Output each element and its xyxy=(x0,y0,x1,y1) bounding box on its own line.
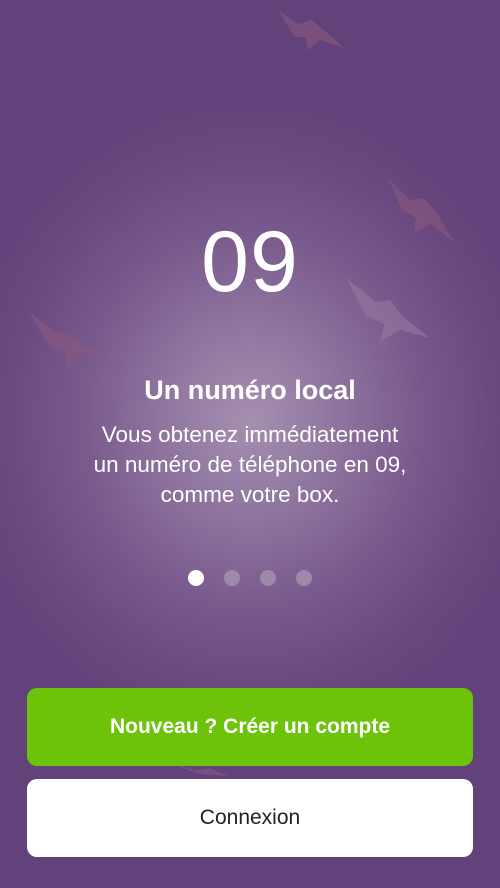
bird-icon xyxy=(268,2,348,62)
slide-description: Vous obtenez immédiatement un numéro de … xyxy=(93,422,407,507)
page-dot-1[interactable] xyxy=(188,570,204,586)
login-button[interactable]: Connexion xyxy=(27,779,473,857)
page-dot-3[interactable] xyxy=(260,570,276,586)
slide-big-number: 09 xyxy=(201,214,299,310)
page-indicator[interactable] xyxy=(0,570,500,586)
page-dot-2[interactable] xyxy=(224,570,240,586)
page-dot-4[interactable] xyxy=(296,570,312,586)
slide-title: Un numéro local xyxy=(144,375,356,405)
create-account-button[interactable]: Nouveau ? Créer un compte xyxy=(27,688,473,766)
login-label: Connexion xyxy=(199,806,301,829)
create-account-label: Nouveau ? Créer un compte xyxy=(109,715,391,738)
bird-icon xyxy=(25,306,110,376)
